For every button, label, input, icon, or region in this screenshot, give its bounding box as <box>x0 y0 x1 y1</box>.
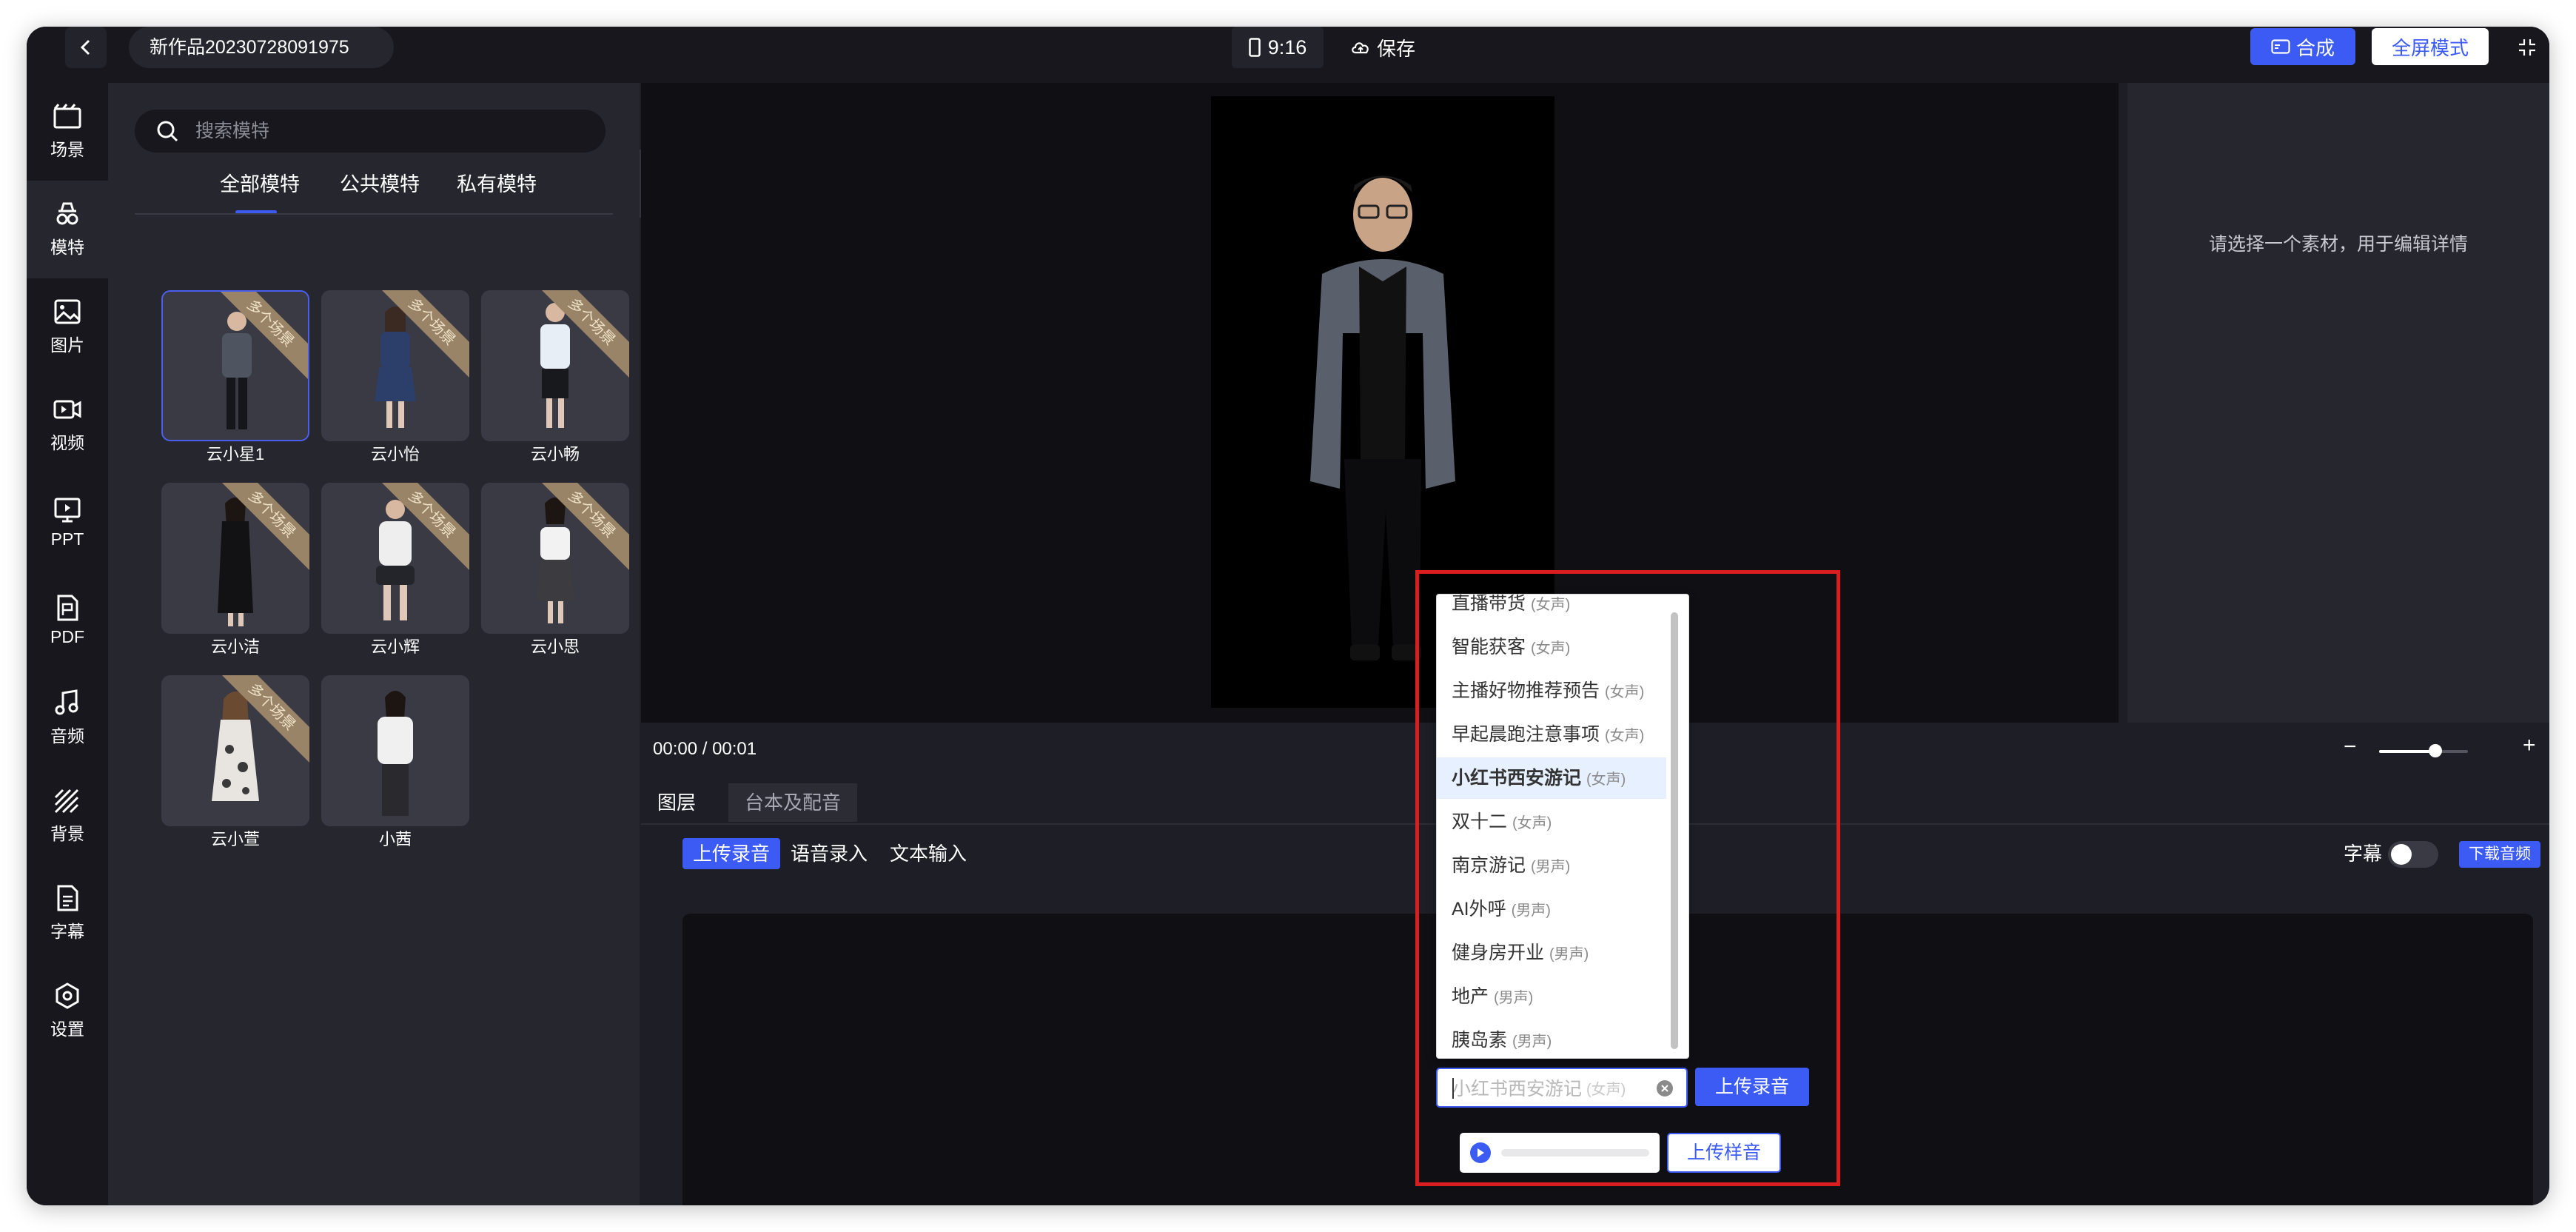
nav-label: 音频 <box>50 726 84 746</box>
subtitle-toggle[interactable] <box>2388 841 2438 868</box>
top-bar: 新作品20230728091975 9:16 保存 合成 全屏模式 <box>27 27 2549 83</box>
model-figure <box>222 312 252 429</box>
toggle-knob <box>2391 844 2412 865</box>
audio-icon <box>55 689 78 715</box>
nav-item-settings[interactable]: 设置 <box>27 962 108 1060</box>
cloud-upload-icon <box>1352 42 1369 54</box>
chevron-left-icon <box>80 39 90 56</box>
model-card-yunxiaochang[interactable]: 多个场景 <box>481 290 629 441</box>
settings-icon <box>56 982 79 1009</box>
search-icon <box>157 121 178 142</box>
tabs-divider <box>135 213 613 215</box>
tab-upload-recording[interactable]: 上传录音 <box>682 838 781 869</box>
video-icon <box>53 400 81 419</box>
search-input[interactable] <box>194 119 582 143</box>
model-panel: 全部模特 公共模特 私有模特 多个场景 云小星1 多个场景 云小怡 多个场景 云… <box>108 83 640 1205</box>
aspect-ratio-button[interactable]: 9:16 <box>1232 27 1324 68</box>
tab-text-input[interactable]: 文本输入 <box>879 838 977 869</box>
zoom-slider-fill <box>2379 750 2435 753</box>
model-figure <box>212 692 259 801</box>
app-window: 新作品20230728091975 9:16 保存 合成 全屏模式 场景 模特 <box>27 27 2549 1205</box>
back-button[interactable] <box>65 27 107 68</box>
nav-item-audio[interactable]: 音频 <box>27 669 108 767</box>
model-figure <box>540 303 570 428</box>
nav-label: PPT <box>50 529 84 549</box>
nav-item-pdf[interactable]: PDF <box>27 572 108 669</box>
ppt-icon <box>54 498 81 522</box>
detail-empty-hint: 请选择一个素材，用于编辑详情 <box>2208 234 2468 255</box>
model-card-yunxiaoxuan[interactable]: 多个场景 <box>161 675 309 826</box>
download-audio-button[interactable]: 下载音频 <box>2459 841 2540 868</box>
nav-label: PDF <box>50 626 84 646</box>
subtitle-icon <box>57 885 78 911</box>
nav-label: 场景 <box>50 140 84 159</box>
compose-button[interactable]: 合成 <box>2250 28 2355 65</box>
aspect-ratio-label: 9:16 <box>1267 36 1307 58</box>
save-label: 保存 <box>1377 37 1416 60</box>
model-name: 云小畅 <box>530 445 580 463</box>
background-icon <box>54 789 79 814</box>
tab-public-models[interactable]: 公共模特 <box>339 166 420 203</box>
model-card-yunxiaosi[interactable]: 多个场景 <box>481 483 629 634</box>
scene-icon <box>53 104 81 129</box>
film-icon <box>2271 39 2290 54</box>
model-card-xiaoqian[interactable] <box>321 675 469 826</box>
model-name: 云小辉 <box>370 637 420 656</box>
nav-item-ppt[interactable]: PPT <box>27 474 108 572</box>
project-title[interactable]: 新作品20230728091975 <box>129 27 394 68</box>
image-icon <box>54 299 81 324</box>
model-card-yunxiaoxing1[interactable]: 多个场景 <box>161 290 309 441</box>
zoom-slider[interactable] <box>2379 750 2468 753</box>
model-figure <box>218 498 253 626</box>
model-figure <box>376 500 415 620</box>
zoom-in-button[interactable]: + <box>2523 733 2536 758</box>
zoom-out-button[interactable]: − <box>2344 734 2357 760</box>
model-name: 云小怡 <box>370 445 420 463</box>
tab-script-voiceover[interactable]: 台本及配音 <box>728 783 858 822</box>
nav-label: 字幕 <box>50 922 84 941</box>
tab-layers[interactable]: 图层 <box>641 783 712 822</box>
tab-private-models[interactable]: 私有模特 <box>456 166 537 203</box>
model-card-yunxiaojie[interactable]: 多个场景 <box>161 483 309 634</box>
nav-item-scene[interactable]: 场景 <box>27 83 108 181</box>
nav-label: 视频 <box>50 433 84 452</box>
search-box[interactable] <box>135 110 606 153</box>
nav-item-model[interactable]: 模特 <box>27 181 108 278</box>
phone-icon <box>1248 38 1261 57</box>
detail-panel: 请选择一个素材，用于编辑详情 <box>2127 83 2549 723</box>
highlight-annotation-box <box>1415 570 1840 1186</box>
nav-item-video[interactable]: 视频 <box>27 376 108 474</box>
exit-fullscreen-icon[interactable] <box>2512 33 2542 62</box>
save-button[interactable]: 保存 <box>1350 27 1415 68</box>
model-name: 云小萱 <box>210 830 260 848</box>
model-card-yunxiaoyi[interactable]: 多个场景 <box>321 290 469 441</box>
zoom-slider-handle[interactable] <box>2428 744 2442 757</box>
nav-label: 模特 <box>50 238 84 257</box>
model-figure <box>378 691 413 816</box>
pdf-icon <box>57 595 78 620</box>
nav-item-background[interactable]: 背景 <box>27 767 108 865</box>
model-card-yunxiaohui[interactable]: 多个场景 <box>321 483 469 634</box>
model-icon <box>56 202 78 225</box>
nav-item-subtitle[interactable]: 字幕 <box>27 865 108 962</box>
nav-label: 图片 <box>50 335 84 355</box>
model-figure <box>536 498 574 623</box>
model-name: 云小思 <box>530 637 580 656</box>
compose-label: 合成 <box>2295 36 2335 59</box>
subtitle-label: 字幕 <box>2344 843 2383 865</box>
tab-all-models[interactable]: 全部模特 <box>219 166 301 203</box>
tab-voice-input[interactable]: 语音录入 <box>780 838 878 869</box>
nav-item-image[interactable]: 图片 <box>27 278 108 376</box>
model-figure <box>375 307 416 428</box>
model-name: 云小洁 <box>210 637 260 656</box>
model-name: 云小星1 <box>206 445 265 463</box>
fullscreen-mode-button[interactable]: 全屏模式 <box>2372 28 2489 65</box>
left-nav: 场景 模特 图片 视频 PPT PDF 音频 背景 字幕 设置 <box>27 83 108 1205</box>
playback-time: 00:00 / 00:01 <box>653 739 757 759</box>
nav-label: 背景 <box>50 824 84 843</box>
model-name: 小茜 <box>378 830 412 848</box>
nav-label: 设置 <box>50 1020 84 1039</box>
